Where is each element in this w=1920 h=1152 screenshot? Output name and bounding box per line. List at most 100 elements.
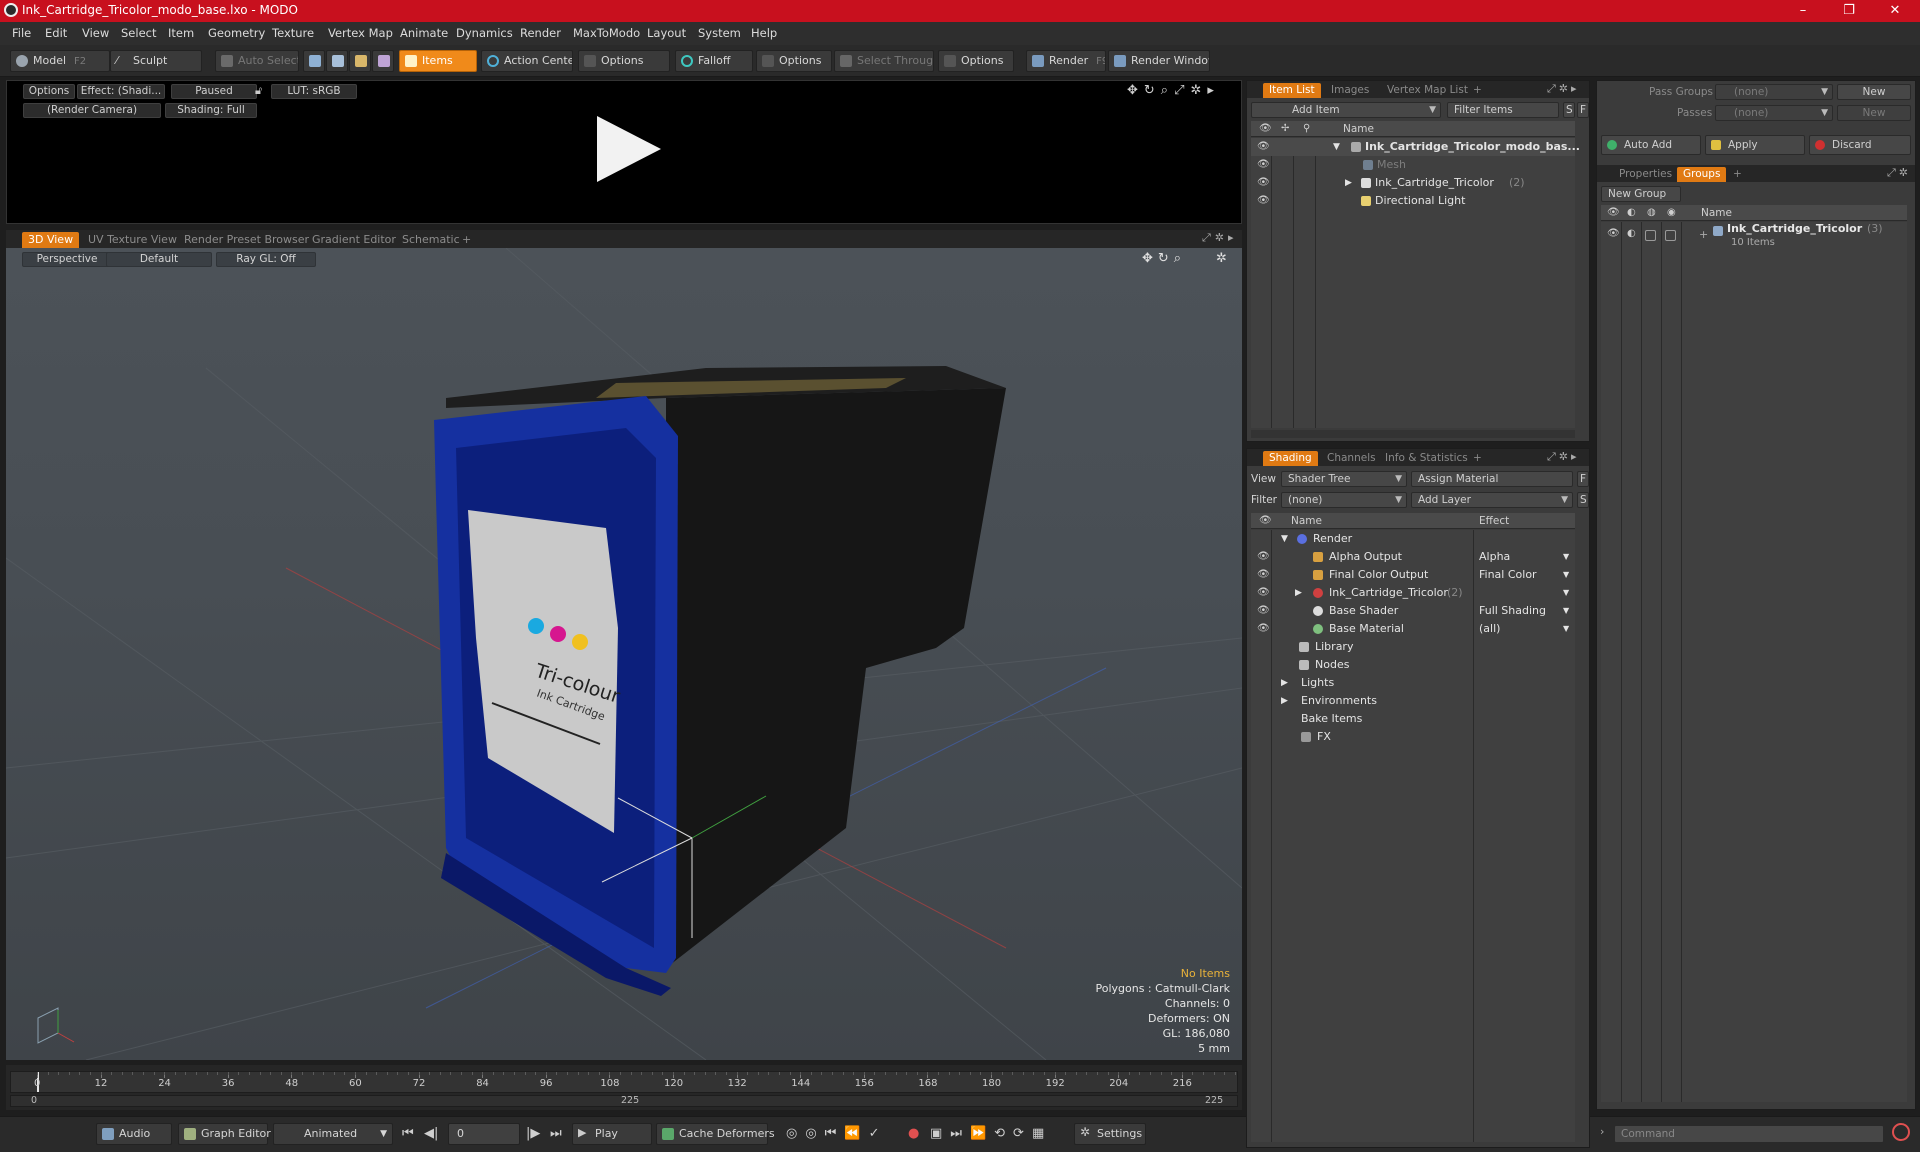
expand-icon[interactable]: +: [1699, 228, 1708, 241]
tab-channels[interactable]: Channels: [1321, 451, 1382, 466]
camera-dropdown[interactable]: (Render Camera): [23, 103, 161, 118]
list-item[interactable]: 👁︎ ▶ Ink_Cartridge_Tricolor (2): [1251, 174, 1575, 192]
item-list-hscroll[interactable]: [1251, 430, 1575, 438]
chevron-right-icon[interactable]: ▶: [1281, 674, 1288, 692]
preview-effect-dropdown[interactable]: Effect: (Shadi...: [77, 84, 165, 99]
shader-row-render[interactable]: ▼ Render: [1251, 530, 1575, 548]
go-to-start-icon[interactable]: ⏮: [402, 1126, 414, 1141]
polygons-mode-button[interactable]: [349, 50, 371, 72]
close-button[interactable]: ✕: [1872, 0, 1918, 22]
tab-item-list[interactable]: Item List: [1263, 83, 1321, 98]
tab-render-preset-browser[interactable]: Render Preset Browser: [178, 232, 315, 248]
menu-layout[interactable]: Layout: [647, 26, 686, 40]
shading-s-button[interactable]: S: [1577, 492, 1589, 508]
audio-button[interactable]: Audio: [96, 1123, 172, 1145]
menu-render[interactable]: Render: [520, 26, 561, 40]
tab-properties[interactable]: Properties: [1613, 167, 1678, 182]
chevron-down-icon[interactable]: ▼: [1563, 584, 1569, 602]
timeline-range-bar[interactable]: 0 225 225: [10, 1095, 1238, 1107]
play-icon[interactable]: [597, 116, 661, 182]
timeline[interactable]: 0 12 24 36 48 60 72 84 96 108 120 132 144 156 168 180 19…: [6, 1065, 1242, 1110]
render-window-button[interactable]: Render Window: [1108, 50, 1210, 72]
auto-add-button[interactable]: Auto Add: [1601, 135, 1701, 155]
model-mode-button[interactable]: Model F2: [10, 50, 110, 72]
select-through-options-button[interactable]: Options: [938, 50, 1014, 72]
shading-dropdown[interactable]: Shading: Full: [165, 103, 257, 118]
view-dropdown[interactable]: Shader Tree ▼: [1281, 471, 1407, 487]
eye-icon[interactable]: 👁︎: [1257, 156, 1270, 174]
menu-vertex-map[interactable]: Vertex Map: [328, 26, 393, 40]
command-input[interactable]: Command: [1614, 1125, 1884, 1143]
lock-checkbox[interactable]: [1645, 230, 1656, 241]
chevron-down-icon[interactable]: ▼: [1563, 602, 1569, 620]
filter-dropdown[interactable]: (none) ▼: [1281, 492, 1407, 508]
preview-paused-button[interactable]: Paused: [171, 84, 257, 99]
shader-row-material-group[interactable]: 👁︎ ▶ Ink_Cartridge_Tricolor (2) ▼: [1251, 584, 1575, 602]
shader-row-base-material[interactable]: 👁︎ Base Material (all) ▼: [1251, 620, 1575, 638]
materials-mode-button[interactable]: [372, 50, 394, 72]
menu-maxtomodo[interactable]: MaxToModo: [573, 26, 640, 40]
eye-icon[interactable]: 👁︎: [1607, 228, 1620, 239]
panel-icons[interactable]: ⤢✲: [1887, 166, 1911, 180]
action-center-button[interactable]: Action Center: [481, 50, 573, 72]
chevron-down-icon[interactable]: ▼: [1563, 566, 1569, 584]
sculpt-mode-button[interactable]: ⁄ Sculpt: [110, 50, 202, 72]
menu-item[interactable]: Item: [168, 26, 194, 40]
add-item-dropdown[interactable]: Add Item ▼: [1251, 102, 1441, 118]
lut-dropdown[interactable]: LUT: sRGB: [271, 84, 357, 99]
auto-select-button[interactable]: Auto Select: [215, 50, 299, 72]
chevron-down-icon[interactable]: ▼: [1563, 620, 1569, 638]
menu-geometry[interactable]: Geometry: [208, 26, 265, 40]
timeline-ruler[interactable]: 0 12 24 36 48 60 72 84 96 108 120 132 144 156 168 180 19…: [10, 1071, 1238, 1093]
select-through-button[interactable]: Select Through: [834, 50, 934, 72]
group-row[interactable]: 👁︎ ◐ + Ink_Cartridge_Tricolor (3) 10 Ite…: [1601, 222, 1907, 256]
tab-3d-view[interactable]: 3D View: [22, 232, 80, 248]
add-tab-button[interactable]: +: [1467, 83, 1488, 98]
go-to-end-icon[interactable]: ⏭: [550, 1126, 562, 1141]
menu-edit[interactable]: Edit: [45, 26, 67, 40]
new-group-button[interactable]: New Group: [1601, 186, 1681, 202]
command-stop-icon[interactable]: [1892, 1123, 1910, 1141]
tab-gradient-editor[interactable]: Gradient Editor: [306, 232, 402, 248]
panel-icons[interactable]: ⤢✲▸: [1547, 450, 1580, 464]
shader-row-library[interactable]: Library: [1251, 638, 1575, 656]
tab-shading[interactable]: Shading: [1263, 451, 1318, 466]
shader-row-environments[interactable]: ▶ Environments: [1251, 692, 1575, 710]
panel-icons[interactable]: ⤢✲▸: [1547, 82, 1580, 96]
chevron-right-icon[interactable]: ▶: [1345, 174, 1352, 192]
shader-row-nodes[interactable]: Nodes: [1251, 656, 1575, 674]
shading-f-button[interactable]: F: [1577, 471, 1589, 487]
filter-s-button[interactable]: S: [1563, 102, 1575, 118]
action-center-options-button[interactable]: Options: [578, 50, 670, 72]
falloff-options-button[interactable]: Options: [756, 50, 832, 72]
tab-groups[interactable]: Groups: [1677, 167, 1727, 182]
preview-options-button[interactable]: Options: [23, 84, 75, 99]
eye-icon[interactable]: 👁︎: [1257, 602, 1270, 620]
shader-row-lights[interactable]: ▶ Lights: [1251, 674, 1575, 692]
menu-view[interactable]: View: [82, 26, 109, 40]
edges-mode-button[interactable]: [326, 50, 348, 72]
animated-dropdown[interactable]: Animated ▼: [273, 1123, 393, 1145]
menu-select[interactable]: Select: [121, 26, 156, 40]
lock-icon[interactable]: 🔓︎: [255, 84, 262, 98]
passes-dropdown[interactable]: (none) ▼: [1715, 105, 1833, 121]
assign-material-button[interactable]: Assign Material: [1411, 471, 1573, 487]
chevron-right-icon[interactable]: ▶: [1281, 692, 1288, 710]
chevron-down-icon[interactable]: ▼: [1281, 530, 1288, 548]
menu-dynamics[interactable]: Dynamics: [456, 26, 513, 40]
key-tools-icons[interactable]: ◎◎⏮⏪✓: [786, 1126, 887, 1141]
eye-icon[interactable]: 👁︎: [1257, 566, 1270, 584]
eye-icon[interactable]: 👁︎: [1257, 192, 1270, 210]
shader-row-final-color-output[interactable]: 👁︎ Final Color Output Final Color ▼: [1251, 566, 1575, 584]
shader-row-bake-items[interactable]: Bake Items: [1251, 710, 1575, 728]
pass-groups-dropdown[interactable]: (none) ▼: [1715, 84, 1833, 100]
tab-vertex-map-list[interactable]: Vertex Map List: [1381, 83, 1474, 98]
tab-images[interactable]: Images: [1325, 83, 1375, 98]
menu-help[interactable]: Help: [751, 26, 777, 40]
select-checkbox[interactable]: [1665, 230, 1676, 241]
frame-input[interactable]: 0: [448, 1123, 520, 1145]
items-mode-button[interactable]: Items: [399, 50, 477, 72]
3d-viewport[interactable]: Perspective Default Ray GL: Off ✥↻⌕ ✲ Tr…: [6, 248, 1242, 1060]
step-forward-icon[interactable]: |▶: [526, 1126, 540, 1141]
eye-icon[interactable]: 👁︎: [1257, 174, 1270, 192]
